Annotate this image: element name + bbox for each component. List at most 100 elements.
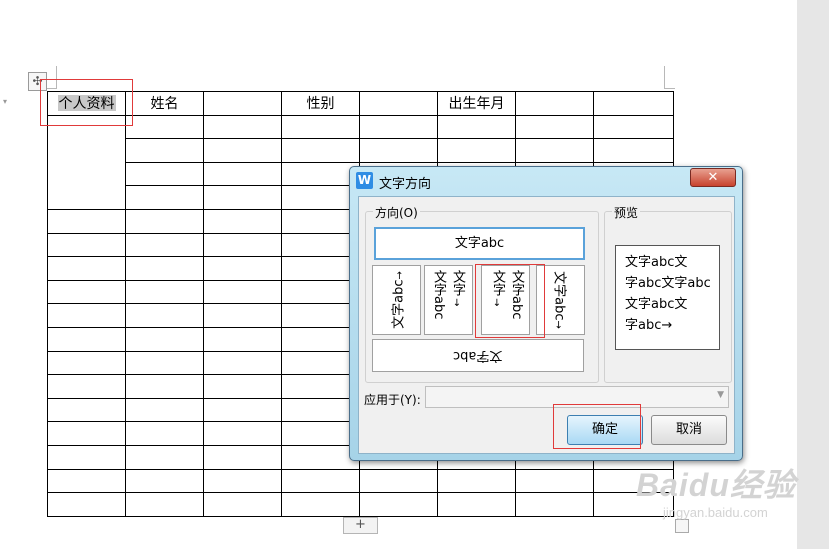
table-cell[interactable] [593, 138, 674, 163]
table-cell[interactable] [125, 303, 204, 328]
table-cell[interactable] [281, 185, 360, 210]
table-cell[interactable] [437, 492, 516, 517]
table-cell[interactable]: 出生年月 [437, 91, 516, 116]
table-cell[interactable] [281, 303, 360, 328]
table-cell[interactable] [203, 91, 282, 116]
table-cell[interactable] [125, 421, 204, 446]
table-cell[interactable] [203, 374, 282, 399]
table-cell[interactable] [125, 468, 204, 494]
table-cell[interactable] [203, 138, 282, 163]
table-cell[interactable] [203, 232, 282, 258]
table-cell[interactable] [281, 350, 360, 376]
table-cell[interactable] [281, 397, 360, 423]
table-cell[interactable] [359, 91, 438, 116]
table-cell[interactable] [515, 114, 594, 140]
right-scrollbar-area[interactable] [797, 0, 829, 549]
table-cell[interactable] [203, 279, 282, 305]
highlight-box-option [475, 264, 545, 338]
table-cell[interactable] [125, 374, 204, 399]
table-cell[interactable] [515, 91, 594, 116]
table-cell[interactable] [281, 326, 360, 352]
table-cell[interactable] [203, 185, 282, 210]
table-cell[interactable] [47, 444, 126, 470]
table-cell[interactable] [47, 397, 126, 423]
table-cell[interactable] [203, 303, 282, 328]
table-cell[interactable] [281, 232, 360, 258]
table-cell[interactable] [47, 421, 126, 446]
preview-group-label: 预览 [612, 204, 641, 221]
table-cell[interactable] [437, 468, 516, 494]
table-cell[interactable] [125, 114, 204, 140]
option-horizontal[interactable]: 文字abc [374, 227, 585, 260]
table-cell[interactable] [281, 468, 360, 494]
vertical-text-col: 文字 ↓ [450, 270, 465, 311]
table-cell[interactable] [281, 492, 360, 517]
table-cell[interactable] [47, 492, 126, 517]
table-cell[interactable] [281, 256, 360, 281]
table-cell[interactable] [281, 138, 360, 163]
table-cell[interactable] [203, 161, 282, 187]
table-cell[interactable] [125, 232, 204, 258]
table-cell[interactable] [281, 421, 360, 446]
table-cell[interactable] [515, 138, 594, 163]
table-cell[interactable] [125, 326, 204, 352]
table-cell[interactable]: 性别 [281, 91, 360, 116]
table-cell[interactable] [203, 256, 282, 281]
table-cell[interactable] [593, 91, 674, 116]
table-cell[interactable] [125, 208, 204, 234]
table-cell[interactable] [47, 326, 126, 352]
close-button[interactable]: ✕ [690, 168, 736, 187]
table-cell[interactable] [125, 138, 204, 163]
table-cell[interactable] [203, 208, 282, 234]
table-cell[interactable] [47, 232, 126, 258]
table-cell[interactable] [203, 350, 282, 376]
table-cell[interactable] [281, 208, 360, 234]
merged-cell[interactable] [47, 114, 126, 210]
table-cell[interactable] [125, 279, 204, 305]
table-cell[interactable] [359, 468, 438, 494]
table-cell[interactable]: 姓名 [125, 91, 204, 116]
table-cell[interactable] [125, 256, 204, 281]
table-cell[interactable] [125, 397, 204, 423]
table-cell[interactable] [593, 114, 674, 140]
table-cell[interactable] [47, 256, 126, 281]
add-row-button[interactable]: + [343, 517, 378, 534]
table-cell[interactable] [281, 161, 360, 187]
table-cell[interactable] [125, 185, 204, 210]
table-cell[interactable] [47, 374, 126, 399]
table-cell[interactable] [203, 114, 282, 140]
table-cell[interactable] [203, 397, 282, 423]
table-cell[interactable] [437, 114, 516, 140]
table-cell[interactable] [203, 468, 282, 494]
option-vertical-ltr[interactable]: 文字 abc 文字 ↓ [424, 265, 473, 335]
option-horizontal-rotated[interactable]: 文字abc [372, 339, 584, 372]
table-cell[interactable] [47, 279, 126, 305]
table-cell[interactable] [203, 421, 282, 446]
cancel-button[interactable]: 取消 [651, 415, 727, 445]
table-cell[interactable] [47, 350, 126, 376]
table-cell[interactable] [281, 114, 360, 140]
table-cell[interactable] [203, 326, 282, 352]
table-cell[interactable] [281, 279, 360, 305]
table-cell[interactable] [281, 374, 360, 399]
table-cell[interactable] [125, 161, 204, 187]
table-cell[interactable] [47, 208, 126, 234]
table-resize-handle-icon[interactable] [675, 519, 689, 533]
table-cell[interactable] [437, 138, 516, 163]
option-vertical-rotate-left[interactable]: 文字abc→ [372, 265, 421, 335]
table-cell[interactable] [281, 444, 360, 470]
table-cell[interactable] [47, 468, 126, 494]
table-cell[interactable] [515, 492, 594, 517]
table-cell[interactable] [515, 468, 594, 494]
row-marker-icon: ▾ [3, 97, 8, 106]
arrow-icon: → [552, 320, 563, 329]
table-cell[interactable] [203, 444, 282, 470]
table-cell[interactable] [359, 492, 438, 517]
table-cell[interactable] [47, 303, 126, 328]
table-cell[interactable] [125, 444, 204, 470]
table-cell[interactable] [203, 492, 282, 517]
table-cell[interactable] [125, 492, 204, 517]
table-cell[interactable] [359, 114, 438, 140]
table-cell[interactable] [125, 350, 204, 376]
table-cell[interactable] [359, 138, 438, 163]
